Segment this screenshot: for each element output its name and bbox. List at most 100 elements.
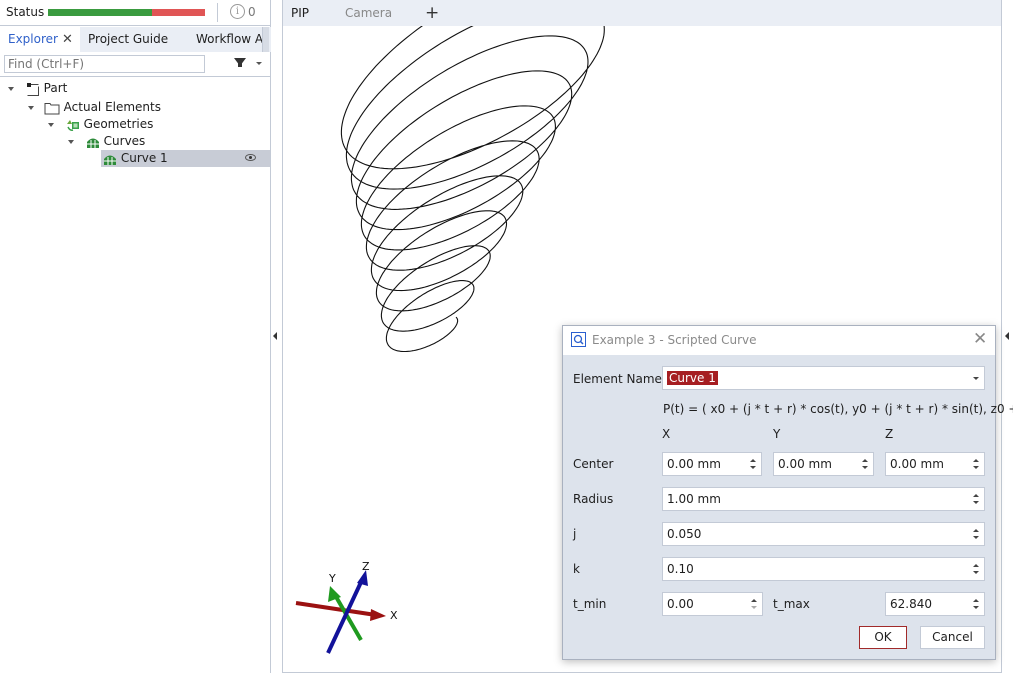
j-value: 0.050 — [667, 527, 702, 541]
search-row — [0, 52, 271, 77]
tab-camera[interactable]: Camera — [345, 0, 392, 26]
center-z-value: 0.00 mm — [890, 457, 944, 471]
chevron-down-icon[interactable] — [256, 62, 262, 65]
helix-curve[interactable] — [340, 26, 616, 353]
dialog-titlebar[interactable]: Example 3 - Scripted Curve ✕ — [563, 326, 995, 355]
x-axis-line — [295, 601, 377, 617]
spin-down-icon[interactable] — [973, 466, 979, 469]
collapse-right-icon[interactable] — [1005, 332, 1009, 340]
tab-explorer-label: Explorer — [8, 32, 58, 46]
spin-up-icon[interactable] — [973, 564, 979, 567]
j-spinbox[interactable]: 0.050 — [662, 522, 985, 546]
tab-project-guide-label: Project Guide — [88, 32, 169, 46]
collapse-left-icon[interactable] — [273, 332, 277, 340]
tab-workflow-label: Workflow As — [196, 32, 267, 46]
search-icon — [571, 332, 586, 347]
expand-arrow-icon[interactable] — [68, 139, 74, 144]
status-bar: Status i 0 — [0, 0, 271, 26]
spin-up-icon[interactable] — [862, 459, 868, 462]
spin-up-icon[interactable] — [973, 459, 979, 462]
axis-triad: X Y Z — [295, 560, 398, 654]
k-value: 0.10 — [667, 562, 694, 576]
spin-down-icon[interactable] — [973, 571, 979, 574]
j-label: j — [573, 527, 577, 541]
tab-project-guide[interactable]: Project Guide — [82, 27, 174, 52]
center-x-value: 0.00 mm — [667, 457, 721, 471]
right-panel-splitter[interactable] — [1001, 0, 1013, 673]
tree-label: Curve 1 — [120, 151, 168, 165]
close-icon[interactable]: ✕ — [973, 329, 987, 349]
column-header-x: X — [662, 427, 671, 441]
spin-up-icon[interactable] — [750, 459, 756, 462]
element-name-value: Curve 1 — [667, 371, 718, 385]
tree-item-actual-elements[interactable]: Actual Elements — [28, 99, 161, 116]
filter-icon-stem — [238, 63, 242, 67]
center-x-spinbox[interactable]: 0.00 mm — [662, 452, 762, 476]
tree-label: Actual Elements — [63, 100, 161, 114]
k-spinbox[interactable]: 0.10 — [662, 557, 985, 581]
chevron-down-icon[interactable] — [973, 377, 979, 380]
spin-down-icon[interactable] — [973, 501, 979, 504]
info-icon[interactable]: i — [230, 4, 245, 19]
status-progress-fill — [48, 9, 152, 16]
folder-icon — [44, 102, 60, 114]
center-y-value: 0.00 mm — [778, 457, 832, 471]
radius-spinbox[interactable]: 1.00 mm — [662, 487, 985, 511]
tree-item-geometries[interactable]: Geometries — [48, 116, 153, 133]
status-progress-bar — [48, 9, 205, 16]
spin-down-icon[interactable] — [973, 536, 979, 539]
radius-value: 1.00 mm — [667, 492, 721, 506]
spin-down-icon[interactable] — [751, 606, 757, 609]
tree-item-part[interactable]: Part — [8, 80, 67, 97]
tmin-label: t_min — [573, 597, 607, 611]
spin-down-icon[interactable] — [973, 606, 979, 609]
column-header-z: Z — [885, 427, 894, 441]
k-label: k — [573, 562, 580, 576]
x-axis-arrow — [370, 609, 386, 621]
column-header-y: Y — [773, 427, 781, 441]
tree-label: Curves — [103, 134, 146, 148]
center-y-spinbox[interactable]: 0.00 mm — [773, 452, 874, 476]
find-input[interactable] — [4, 55, 205, 73]
spin-up-icon[interactable] — [973, 494, 979, 497]
status-label: Status — [6, 5, 45, 19]
tab-pip[interactable]: PIP — [291, 0, 309, 26]
spin-up-icon[interactable] — [751, 599, 757, 602]
tree-label: Part — [43, 81, 68, 95]
expand-arrow-icon[interactable] — [28, 105, 34, 110]
close-icon[interactable]: ✕ — [62, 27, 73, 52]
center-label: Center — [573, 457, 614, 471]
tmin-spinbox[interactable]: 0.00 — [662, 592, 763, 616]
tmax-value: 62.840 — [890, 597, 932, 611]
info-count: 0 — [248, 5, 256, 19]
scripted-curve-dialog: Example 3 - Scripted Curve ✕ Element Nam… — [562, 325, 1013, 660]
curves-icon — [86, 138, 99, 148]
add-tab-button[interactable]: + — [425, 0, 439, 26]
y-axis-label: Y — [328, 572, 336, 585]
formula-text: P(t) = ( x0 + (j * t + r) * cos(t), y0 +… — [663, 402, 1013, 416]
dialog-title: Example 3 - Scripted Curve — [592, 333, 757, 347]
tree-item-curve-1[interactable]: Curve 1 — [103, 150, 168, 167]
tmax-label: t_max — [773, 597, 810, 611]
tab-workflow-assistant[interactable]: Workflow As — [190, 27, 267, 52]
tmax-spinbox[interactable]: 62.840 — [885, 592, 985, 616]
radius-label: Radius — [573, 492, 614, 506]
spin-up-icon[interactable] — [973, 599, 979, 602]
tree-item-curves[interactable]: Curves — [68, 133, 145, 150]
tmin-value: 0.00 — [667, 597, 694, 611]
spin-down-icon[interactable] — [862, 466, 868, 469]
tabs-scrollbar[interactable] — [262, 27, 269, 52]
cancel-button[interactable]: Cancel — [920, 626, 985, 649]
spin-down-icon[interactable] — [750, 466, 756, 469]
spin-up-icon[interactable] — [973, 529, 979, 532]
center-z-spinbox[interactable]: 0.00 mm — [885, 452, 985, 476]
ok-button[interactable]: OK — [859, 626, 907, 649]
curve-icon — [104, 155, 116, 165]
z-axis-label: Z — [362, 560, 370, 573]
expand-arrow-icon[interactable] — [48, 122, 54, 127]
explorer-panel: Status i 0 Explorer ✕ Project Guide Work… — [0, 0, 271, 673]
expand-arrow-icon[interactable] — [8, 86, 14, 91]
viewport-tabs: PIP Camera + — [283, 0, 1001, 26]
panel-splitter[interactable] — [271, 0, 283, 673]
element-name-combobox[interactable]: Curve 1 — [662, 366, 985, 390]
